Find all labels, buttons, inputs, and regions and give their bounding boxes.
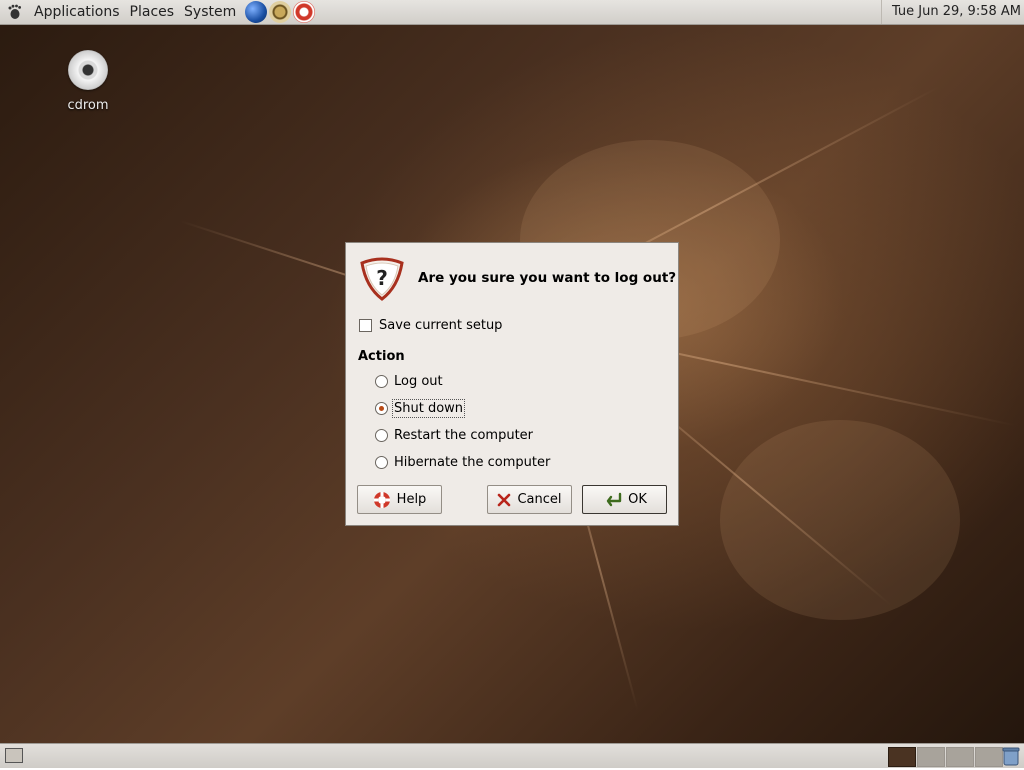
option-hibernate[interactable]: Hibernate the computer: [375, 455, 550, 470]
mail-client-icon[interactable]: [269, 1, 292, 23]
cancel-button-label: Cancel: [517, 492, 562, 507]
lifebuoy-icon: [373, 491, 391, 509]
workspace-4[interactable]: [975, 747, 1003, 767]
clock[interactable]: Tue Jun 29, 9:58 AM: [880, 0, 1021, 24]
web-browser-icon[interactable]: [245, 1, 268, 23]
cdrom-icon: [68, 50, 108, 90]
dialog-question: Are you sure you want to log out?: [418, 270, 677, 286]
help-icon[interactable]: [293, 1, 316, 23]
radio-restart[interactable]: [375, 429, 388, 442]
top-panel: Applications Places System Tue Jun 29, 9…: [0, 0, 1024, 25]
system-menu[interactable]: System: [179, 0, 241, 24]
svg-text:?: ?: [376, 266, 388, 290]
workspace-1[interactable]: [888, 747, 916, 767]
option-label[interactable]: Restart the computer: [394, 428, 533, 443]
cancel-button[interactable]: Cancel: [487, 485, 572, 514]
option-label[interactable]: Log out: [394, 374, 443, 389]
radio-shut-down[interactable]: [375, 402, 388, 415]
option-log-out[interactable]: Log out: [375, 374, 443, 389]
radio-log-out[interactable]: [375, 375, 388, 388]
save-setup-label[interactable]: Save current setup: [379, 318, 502, 333]
radio-hibernate[interactable]: [375, 456, 388, 469]
logout-dialog: ? Are you sure you want to log out? Save…: [345, 242, 679, 526]
applications-menu[interactable]: Applications: [29, 0, 125, 24]
option-shut-down[interactable]: Shut down: [375, 399, 466, 418]
ok-button[interactable]: OK: [582, 485, 667, 514]
action-heading: Action: [358, 349, 405, 364]
option-label[interactable]: Shut down: [391, 399, 466, 418]
help-button[interactable]: Help: [357, 485, 442, 514]
option-label[interactable]: Hibernate the computer: [394, 455, 550, 470]
trash-icon[interactable]: [1002, 746, 1020, 766]
desktop-icon-cdrom[interactable]: cdrom: [62, 50, 114, 113]
question-icon: ?: [358, 257, 406, 301]
ok-button-label: OK: [628, 492, 647, 507]
places-menu[interactable]: Places: [125, 0, 180, 24]
gnome-foot-icon[interactable]: [7, 4, 23, 20]
cancel-x-icon: [497, 493, 511, 507]
workspace-3[interactable]: [946, 747, 974, 767]
option-restart[interactable]: Restart the computer: [375, 428, 533, 443]
desktop-icon-label: cdrom: [67, 98, 109, 113]
workspace-switcher[interactable]: [888, 747, 1004, 767]
help-button-label: Help: [396, 492, 427, 507]
workspace-2[interactable]: [917, 747, 945, 767]
save-setup-checkbox[interactable]: [359, 319, 372, 332]
bottom-panel: [0, 743, 1024, 768]
save-setup-checkbox-row[interactable]: Save current setup: [359, 318, 502, 333]
show-desktop-icon[interactable]: [5, 748, 23, 763]
ok-arrow-icon: [602, 492, 622, 508]
